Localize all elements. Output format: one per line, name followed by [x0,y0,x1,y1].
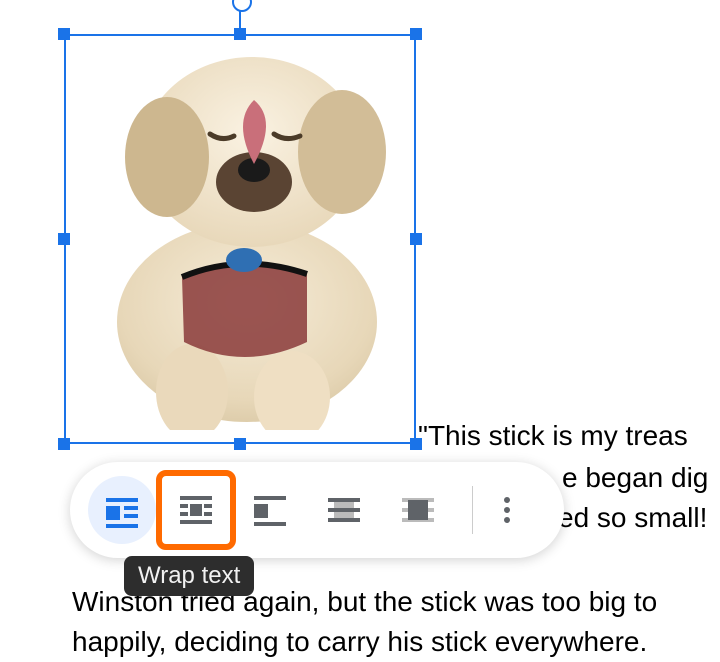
inline-with-text-icon [102,490,142,530]
paragraph-text: "This stick is my treas [418,416,688,456]
resize-handle-w[interactable] [58,233,70,245]
break-text-icon [250,490,290,530]
paragraph-text: e began dig [562,458,708,498]
in-front-of-text-icon [398,490,438,530]
resize-handle-nw[interactable] [58,28,70,40]
toolbar-divider [472,486,473,534]
paragraph-text: ed so small! [558,498,707,538]
tooltip: Wrap text [124,556,254,596]
resize-handle-s[interactable] [234,438,246,450]
image-selection-outline[interactable] [64,34,416,444]
break-text-button[interactable] [236,476,304,544]
resize-handle-se[interactable] [410,438,422,450]
paragraph-text: happily, deciding to carry his stick eve… [72,622,647,662]
behind-text-button[interactable] [310,476,378,544]
resize-handle-sw[interactable] [58,438,70,450]
image-anchor-handle[interactable] [232,0,252,12]
document-editor-canvas: "This stick is my treas e began dig ed s… [0,0,720,636]
resize-handle-ne[interactable] [410,28,422,40]
inline-with-text-button[interactable] [88,476,156,544]
resize-handle-e[interactable] [410,233,422,245]
more-vert-icon [504,497,510,503]
in-front-of-text-button[interactable] [384,476,452,544]
behind-text-icon [324,490,364,530]
resize-handle-n[interactable] [234,28,246,40]
more-options-button[interactable] [487,490,527,530]
image-options-toolbar [70,462,564,558]
wrap-text-icon [176,490,216,530]
wrap-text-button[interactable] [162,476,230,544]
